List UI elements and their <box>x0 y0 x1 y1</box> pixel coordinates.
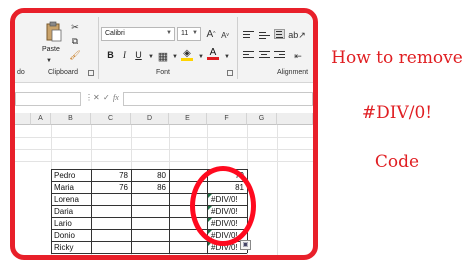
cut-icon[interactable]: ✂ <box>69 21 81 33</box>
score-cell[interactable]: 80 <box>132 170 166 182</box>
formula-input[interactable] <box>123 92 313 106</box>
highlight-circle <box>190 166 256 246</box>
font-size-select[interactable]: 11 ▼ <box>177 27 201 41</box>
borders-icon[interactable]: ▦ <box>157 50 169 63</box>
divider <box>98 17 99 79</box>
paste-dropdown-icon[interactable]: ▼ <box>43 55 55 67</box>
name-box[interactable] <box>15 92 81 106</box>
table-border <box>169 169 170 253</box>
fill-color-icon[interactable]: ◈ <box>181 48 193 61</box>
formula-bar: ⋮ ✕ ✓ fx <box>15 92 313 106</box>
name-cell[interactable]: Lorena <box>54 194 90 206</box>
bottom-align-icon[interactable] <box>274 29 285 39</box>
alignment-group-label: Alignment <box>277 69 309 76</box>
middle-align-icon[interactable] <box>259 32 270 42</box>
fx-icon[interactable]: fx <box>113 93 119 102</box>
enter-icon[interactable]: ✓ <box>103 93 110 102</box>
clipboard-launcher-icon[interactable] <box>88 70 94 76</box>
name-cell[interactable]: Ricky <box>54 242 90 254</box>
indent-icon[interactable]: ⇤ <box>292 50 304 62</box>
name-cell[interactable]: Maria <box>54 182 90 194</box>
column-header[interactable] <box>277 113 313 125</box>
font-size-value: 11 <box>181 30 189 37</box>
underline-button[interactable]: U <box>133 50 144 60</box>
score-cell[interactable]: 76 <box>92 182 128 194</box>
column-header[interactable]: A <box>31 113 51 125</box>
table-border <box>51 169 52 253</box>
chevron-down-icon: ▼ <box>192 30 198 36</box>
score-cell[interactable]: 78 <box>92 170 128 182</box>
excel-window: do Paste ▼ ✂ ⧉ 🖌 Clipboard Calibri ▼ 11 … <box>15 13 313 255</box>
name-cell[interactable]: Donio <box>54 230 90 242</box>
column-header[interactable]: E <box>169 113 207 125</box>
increase-font-icon[interactable]: A ^ <box>205 28 217 40</box>
borders-dropdown-icon[interactable]: ▼ <box>169 51 181 63</box>
chevron-down-icon: ▼ <box>166 30 172 36</box>
column-header[interactable]: C <box>91 113 131 125</box>
column-header[interactable]: G <box>247 113 277 125</box>
decrease-font-icon[interactable]: Av <box>219 29 231 41</box>
bold-button[interactable]: B <box>105 50 116 60</box>
font-color-dropdown-icon[interactable]: ▼ <box>221 51 233 63</box>
clipboard-group-label: Clipboard <box>48 69 78 76</box>
score-cell[interactable]: 86 <box>132 182 166 194</box>
more-options-icon[interactable]: ⋮ <box>85 93 93 102</box>
title-line-3: Code <box>374 152 420 172</box>
font-launcher-icon[interactable] <box>227 70 233 76</box>
column-header[interactable]: F <box>207 113 247 125</box>
name-cell[interactable]: Daria <box>54 206 90 218</box>
top-align-icon[interactable] <box>243 31 254 41</box>
quick-analysis-icon[interactable]: ▣ <box>240 240 251 250</box>
orientation-icon[interactable]: ab↗ <box>288 29 306 41</box>
cancel-icon[interactable]: ✕ <box>93 93 100 102</box>
divider <box>237 17 238 79</box>
gridline <box>15 137 313 138</box>
font-name-select[interactable]: Calibri ▼ <box>101 27 175 41</box>
align-center-icon[interactable] <box>259 51 270 61</box>
worksheet-grid[interactable]: A B C D E F G Pedro 78 80 79 Maria 76 86… <box>15 113 313 255</box>
column-header[interactable]: B <box>51 113 91 125</box>
font-color-icon[interactable]: A <box>207 47 219 60</box>
paste-icon[interactable] <box>45 21 63 43</box>
underline-dropdown-icon[interactable]: ▼ <box>145 51 157 63</box>
name-cell[interactable]: Pedro <box>54 170 90 182</box>
title-line-2: #DIV/0! <box>361 103 433 123</box>
gridline <box>15 149 313 150</box>
name-cell[interactable]: Lario <box>54 218 90 230</box>
font-name-value: Calibri <box>105 30 125 37</box>
font-group-label: Font <box>156 69 171 76</box>
copy-icon[interactable]: ⧉ <box>69 35 81 47</box>
paste-button-label[interactable]: Paste <box>42 46 60 53</box>
ribbon: do Paste ▼ ✂ ⧉ 🖌 Clipboard Calibri ▼ 11 … <box>15 13 313 83</box>
align-left-icon[interactable] <box>243 51 254 61</box>
partial-group-label: do <box>17 69 25 76</box>
gridline <box>277 125 278 255</box>
format-painter-icon[interactable]: 🖌 <box>69 49 81 61</box>
fill-color-dropdown-icon[interactable]: ▼ <box>195 51 207 63</box>
column-header[interactable]: D <box>131 113 169 125</box>
excel-screenshot-frame: do Paste ▼ ✂ ⧉ 🖌 Clipboard Calibri ▼ 11 … <box>10 8 318 260</box>
italic-button[interactable]: I <box>119 50 130 60</box>
title-line-1: How to remove <box>331 48 463 68</box>
select-all-corner[interactable] <box>15 113 31 125</box>
align-right-icon[interactable] <box>274 51 285 61</box>
gridline <box>15 161 313 162</box>
